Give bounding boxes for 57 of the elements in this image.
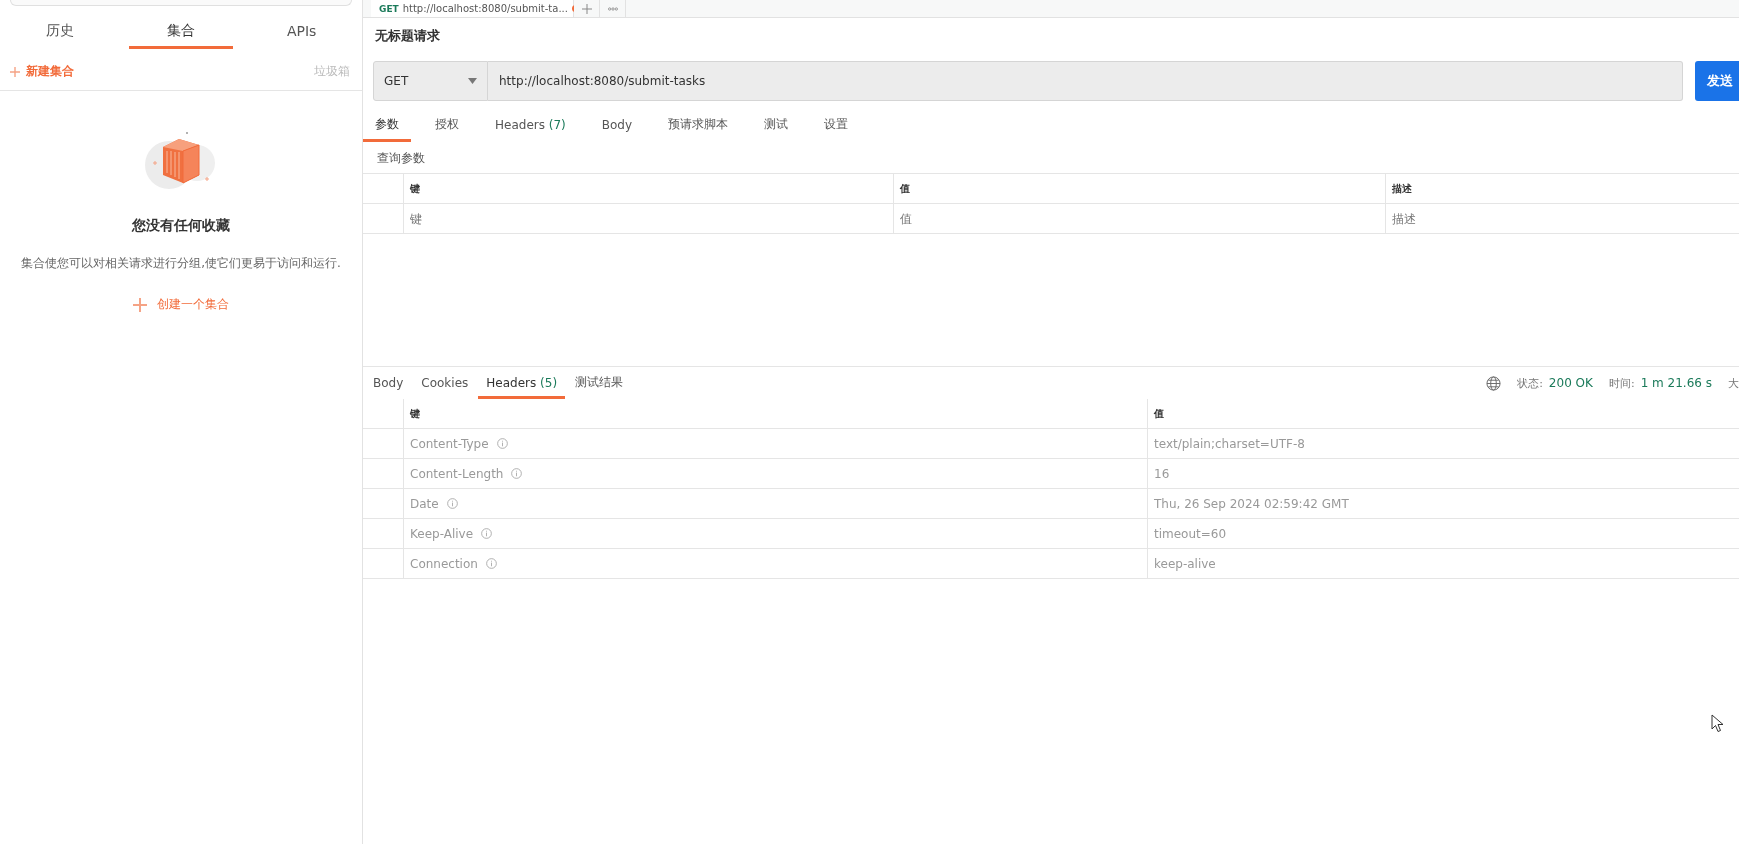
plus-icon	[10, 66, 20, 77]
tab-title: http://localhost:8080/submit-ta...	[402, 3, 568, 14]
url-field[interactable]: http://localhost:8080/submit-tasks	[488, 61, 1683, 101]
caret-icon	[468, 78, 477, 84]
table-input[interactable]: 键	[403, 204, 893, 234]
tab[interactable]: 设置	[812, 107, 861, 142]
info-icon[interactable]	[511, 468, 523, 479]
tab[interactable]: 集合	[128, 18, 234, 49]
info-icon[interactable]	[485, 558, 497, 569]
tab[interactable]: 授权	[423, 107, 471, 142]
header-key: Keep-Alive	[410, 526, 474, 541]
info-icon[interactable]	[446, 498, 458, 509]
tab[interactable]: Cookies	[413, 367, 477, 399]
header-key: Date	[410, 496, 439, 511]
header-value: keep-alive	[1147, 549, 1739, 579]
column-header: 值	[1147, 399, 1739, 429]
request-title: 无标题请求	[375, 27, 441, 45]
info-icon[interactable]	[481, 528, 493, 539]
header-value: 16	[1147, 459, 1739, 489]
plus-icon	[581, 3, 592, 14]
tab[interactable]: 参数	[363, 107, 411, 142]
tab[interactable]: 测试结果	[567, 367, 632, 399]
table-input[interactable]: 值	[893, 204, 1385, 234]
status-value: 200 OK	[1548, 376, 1593, 390]
header-key: Content-Length	[410, 466, 504, 481]
tab[interactable]: 历史	[8, 18, 113, 49]
tab[interactable]: Headers (7)	[483, 107, 578, 142]
cursor-icon	[1711, 714, 1724, 733]
status-label: 状态:	[1517, 375, 1543, 391]
header-key: Connection	[410, 556, 478, 571]
section-title: 查询参数	[377, 150, 426, 167]
globe-icon[interactable]	[1486, 375, 1502, 391]
send-button[interactable]: 发送	[1695, 61, 1739, 101]
empty-title: 您没有任何收藏	[132, 217, 230, 235]
new-tab-button[interactable]	[574, 0, 600, 17]
info-icon[interactable]	[496, 438, 508, 449]
column-header: 键	[403, 399, 1147, 429]
method-label: GET	[379, 3, 399, 14]
time-label: 时间:	[1608, 375, 1635, 391]
method-dropdown[interactable]: GET	[373, 61, 488, 101]
header-value: Thu, 26 Sep 2024 02:59:42 GMT	[1147, 489, 1739, 519]
tab[interactable]: APIs	[249, 18, 354, 49]
tab[interactable]: Body	[589, 107, 645, 142]
header-value: text/plain;charset=UTF-8	[1147, 429, 1739, 459]
header-value: timeout=60	[1147, 519, 1739, 549]
plus-icon	[133, 297, 147, 312]
header-key: Content-Type	[410, 436, 489, 451]
tab[interactable]: Body	[365, 367, 412, 399]
table-input[interactable]: 描述	[1385, 204, 1739, 234]
tab[interactable]: 预请求脚本	[656, 107, 741, 142]
time-value: 1 m 21.66 s	[1640, 376, 1712, 390]
tab[interactable]: 测试	[752, 107, 801, 142]
empty-description: 集合使您可以对相关请求进行分组,使它们更易于访问和运行.	[21, 255, 341, 272]
request-tab[interactable]: GET http://localhost:8080/submit-ta...	[371, 0, 574, 17]
tab[interactable]: Headers (5)	[478, 367, 566, 399]
size-label: 大	[1728, 375, 1739, 391]
search-field[interactable]	[10, 0, 352, 6]
